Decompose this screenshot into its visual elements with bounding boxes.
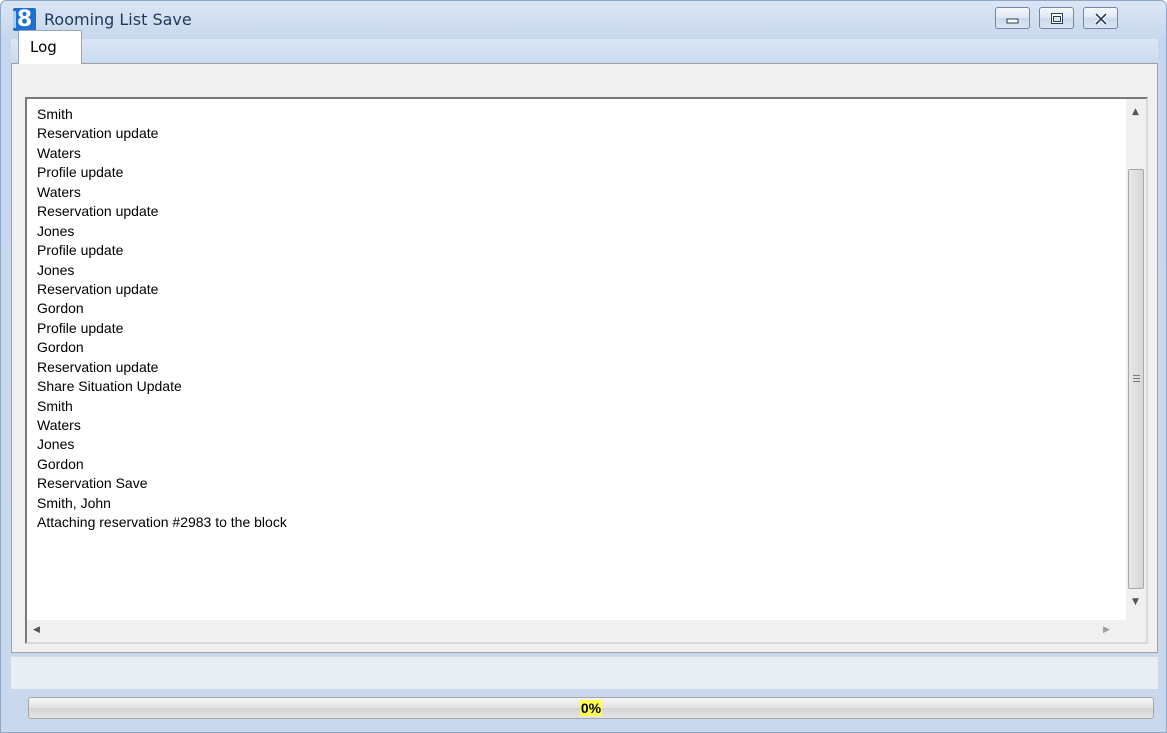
log-line: Smith xyxy=(37,106,73,122)
log-line: Reservation update xyxy=(37,203,159,220)
log-line: Waters xyxy=(37,144,81,161)
log-line: Profile update xyxy=(37,319,124,336)
close-icon xyxy=(1094,12,1108,26)
vertical-scrollbar[interactable]: ▲ ▼ xyxy=(1126,99,1146,620)
status-area xyxy=(11,656,1158,689)
log-lines: Smith Reservation update Waters Profile upd… xyxy=(37,105,287,533)
log-line: Profile update xyxy=(37,164,124,181)
log-line: Reservation update xyxy=(37,358,159,375)
log-line: Attaching reservation #2983 to the block xyxy=(37,514,287,531)
maximize-button[interactable] xyxy=(1039,7,1074,29)
tab-log[interactable]: Log xyxy=(18,30,82,64)
grip-icon xyxy=(1133,375,1140,382)
log-line: Gordon xyxy=(37,455,84,472)
log-line: Jones xyxy=(37,261,75,278)
log-line: Share Situation Update xyxy=(37,378,182,395)
scroll-up-icon[interactable]: ▲ xyxy=(1132,107,1139,117)
horizontal-scrollbar[interactable]: ◀ ▶ xyxy=(27,620,1126,642)
log-line: Waters xyxy=(37,183,81,200)
log-line: Reservation update xyxy=(37,280,159,297)
log-line: Waters xyxy=(37,417,81,433)
log-textbox[interactable]: Smith Reservation update Waters Profile upd… xyxy=(25,97,1148,644)
log-line: Smith, John xyxy=(37,494,111,511)
rooming-list-save-window: 8 Rooming List Save Log Smith Reservation… xyxy=(0,0,1167,733)
app-logo-icon: 8 xyxy=(13,8,36,31)
progress-label-wrap: 0% xyxy=(29,698,1153,718)
log-line: Profile update xyxy=(37,242,124,259)
log-line: Gordon xyxy=(37,339,84,356)
log-line: Reservation update xyxy=(37,125,159,142)
title-bar[interactable]: 8 Rooming List Save xyxy=(1,1,1166,39)
window-title: Rooming List Save xyxy=(44,10,192,29)
log-line: Gordon xyxy=(37,300,84,317)
scroll-down-icon[interactable]: ▼ xyxy=(1132,597,1139,607)
log-line: Jones xyxy=(37,436,75,453)
tab-log-label: Log xyxy=(30,38,57,56)
tab-strip xyxy=(11,39,1158,64)
minimize-icon xyxy=(1006,18,1019,24)
maximize-icon xyxy=(1051,13,1063,24)
progress-label: 0% xyxy=(579,700,603,716)
scroll-left-icon[interactable]: ◀ xyxy=(33,625,40,635)
progress-bar: 0% xyxy=(28,697,1154,719)
scrollbar-corner xyxy=(1126,620,1146,642)
log-line: Reservation Save xyxy=(37,475,148,492)
log-line: Smith xyxy=(37,397,73,414)
minimize-button[interactable] xyxy=(995,7,1030,29)
vertical-scroll-thumb[interactable] xyxy=(1128,169,1144,589)
scroll-right-icon[interactable]: ▶ xyxy=(1103,625,1110,635)
close-button[interactable] xyxy=(1083,7,1118,29)
log-line: Jones xyxy=(37,222,75,239)
